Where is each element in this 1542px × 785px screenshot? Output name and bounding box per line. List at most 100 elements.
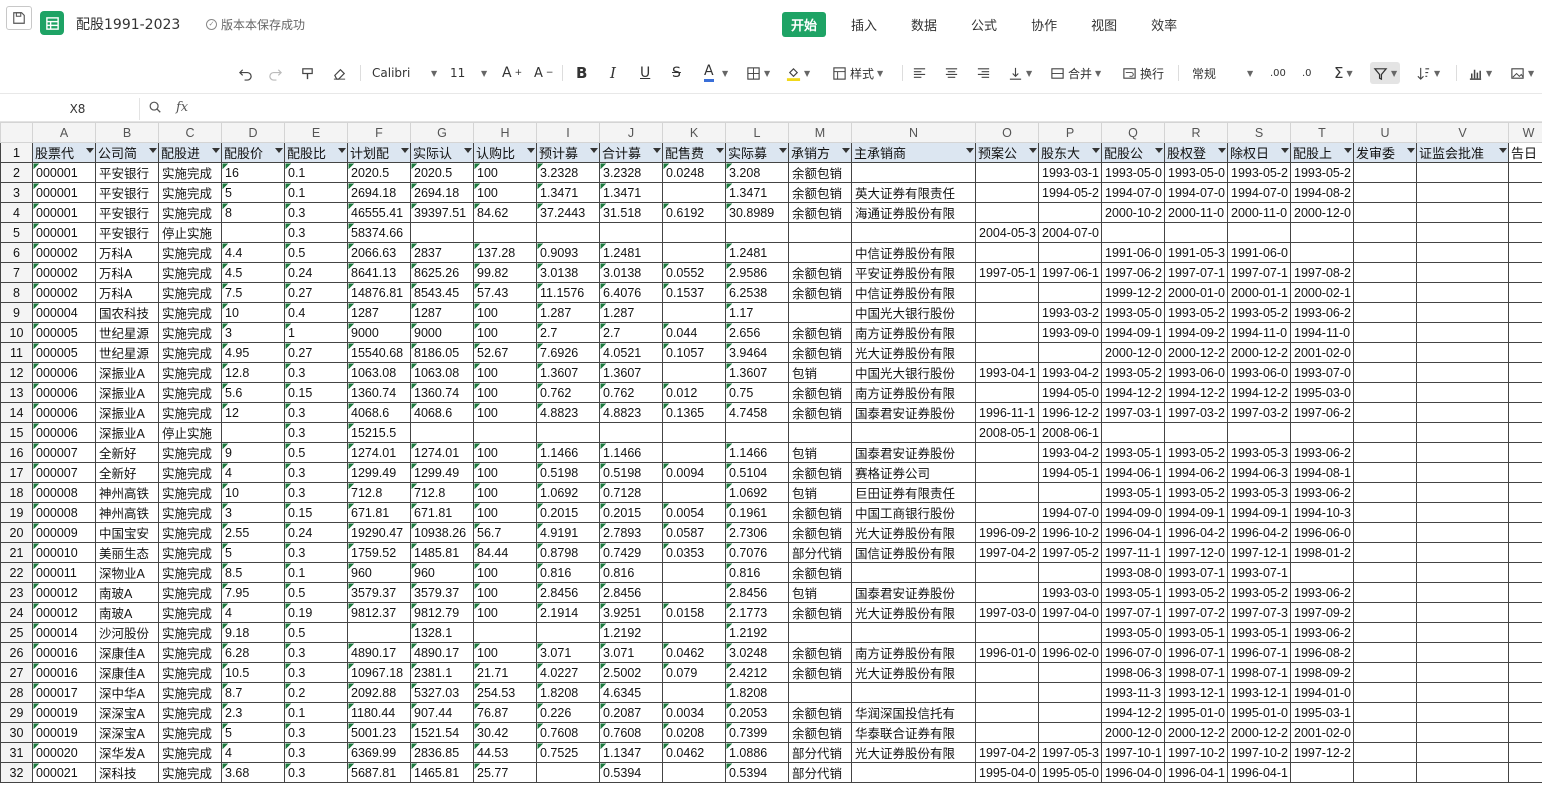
cell[interactable]: 8 <box>221 202 285 223</box>
cell[interactable]: 深康佳A <box>95 642 159 663</box>
cell[interactable]: 1996-04-0 <box>1101 762 1165 783</box>
filter-dropdown-icon[interactable] <box>779 148 787 153</box>
cell[interactable]: 3579.37 <box>410 582 474 603</box>
cell[interactable]: 2092.88 <box>347 682 411 703</box>
cell[interactable]: 000020 <box>32 742 96 763</box>
cell[interactable]: 0.0353 <box>662 542 726 563</box>
cell[interactable] <box>1290 242 1354 263</box>
cell[interactable]: 3.68 <box>221 762 285 783</box>
cell[interactable]: 1997-11-1 <box>1101 542 1165 563</box>
cell[interactable]: 平安银行 <box>95 222 159 243</box>
cell[interactable] <box>599 222 663 243</box>
cell[interactable]: 4.4 <box>221 242 285 263</box>
field-header-cell[interactable]: 实际募 <box>725 142 789 163</box>
cell[interactable] <box>1353 182 1417 203</box>
cell[interactable] <box>1416 362 1509 383</box>
cell[interactable]: 100 <box>473 582 537 603</box>
cell[interactable]: 1996-06-0 <box>1290 522 1354 543</box>
cell[interactable]: 000002 <box>32 242 96 263</box>
cell[interactable]: 光大证券股份有限 <box>851 522 976 543</box>
cell[interactable]: 000005 <box>32 342 96 363</box>
cell[interactable]: 1997-03-2 <box>1227 402 1291 423</box>
cell[interactable]: 0.5104 <box>725 462 789 483</box>
row-header[interactable]: 2 <box>0 162 33 183</box>
cell[interactable]: 0.8798 <box>536 542 600 563</box>
cell[interactable]: 3 <box>221 322 285 343</box>
column-header-G[interactable]: G <box>410 122 474 143</box>
cell[interactable]: 2694.18 <box>410 182 474 203</box>
cell[interactable]: 0.75 <box>725 382 789 403</box>
cell[interactable] <box>975 182 1039 203</box>
cell[interactable]: 57.43 <box>473 282 537 303</box>
cell[interactable]: 英大证券有限责任 <box>851 182 976 203</box>
cell[interactable]: 000002 <box>32 262 96 283</box>
cell[interactable]: 余额包销 <box>788 262 852 283</box>
field-header-cell[interactable]: 预案公 <box>975 142 1039 163</box>
cell[interactable] <box>1508 662 1542 683</box>
row-header[interactable]: 18 <box>0 482 33 503</box>
cell[interactable] <box>1353 722 1417 743</box>
underline-icon[interactable]: U <box>640 62 650 84</box>
cell[interactable]: 1063.08 <box>347 362 411 383</box>
filter-dropdown-icon[interactable] <box>842 148 850 153</box>
filter-dropdown-icon[interactable] <box>1499 148 1507 153</box>
cell[interactable]: 1.0692 <box>536 482 600 503</box>
cell[interactable]: 10 <box>221 482 285 503</box>
cell[interactable]: 万科A <box>95 242 159 263</box>
cell[interactable]: 实施完成 <box>158 442 222 463</box>
cell[interactable] <box>1508 202 1542 223</box>
cell[interactable] <box>1416 682 1509 703</box>
cell[interactable] <box>1416 742 1509 763</box>
column-header-W[interactable]: W <box>1508 122 1542 143</box>
cell[interactable]: 1299.49 <box>410 462 474 483</box>
cell[interactable]: 光大证券股份有限 <box>851 342 976 363</box>
field-header-cell[interactable]: 发审委 <box>1353 142 1417 163</box>
cell[interactable]: 1.3471 <box>725 182 789 203</box>
cell[interactable]: 深振业A <box>95 402 159 423</box>
cell[interactable]: 1.3471 <box>599 182 663 203</box>
cell[interactable]: 余额包销 <box>788 402 852 423</box>
cell[interactable] <box>1508 442 1542 463</box>
cell[interactable]: 1993-06-2 <box>1290 622 1354 643</box>
cell[interactable]: 1993-04-2 <box>1038 362 1102 383</box>
cell[interactable]: 1997-06-2 <box>1101 262 1165 283</box>
cell[interactable] <box>851 422 976 443</box>
cell[interactable]: 0.3 <box>284 642 348 663</box>
cell[interactable] <box>1353 162 1417 183</box>
cell[interactable] <box>725 422 789 443</box>
cell[interactable]: 9 <box>221 442 285 463</box>
cell[interactable] <box>1508 482 1542 503</box>
cell[interactable] <box>1164 422 1228 443</box>
cell[interactable]: 0.079 <box>662 662 726 683</box>
cell[interactable] <box>975 382 1039 403</box>
row-header[interactable]: 5 <box>0 222 33 243</box>
bold-icon[interactable]: B <box>576 62 587 84</box>
cell[interactable] <box>1353 382 1417 403</box>
cell[interactable]: 100 <box>473 642 537 663</box>
cell[interactable] <box>975 302 1039 323</box>
cell[interactable]: 2.7 <box>536 322 600 343</box>
cell[interactable]: 1996-08-2 <box>1290 642 1354 663</box>
cell[interactable] <box>1508 302 1542 323</box>
cell[interactable]: 实施完成 <box>158 542 222 563</box>
cell[interactable]: 余额包销 <box>788 702 852 723</box>
cell[interactable]: 实施完成 <box>158 362 222 383</box>
cell[interactable]: 1993-07-1 <box>1227 562 1291 583</box>
cell[interactable]: 0.5 <box>284 582 348 603</box>
filter-dropdown-icon[interactable] <box>464 148 472 153</box>
cell[interactable] <box>788 242 852 263</box>
cell[interactable]: 1997-04-0 <box>1038 602 1102 623</box>
align-right-icon[interactable] <box>976 62 991 84</box>
cell[interactable]: 3.071 <box>536 642 600 663</box>
filter-dropdown-icon[interactable] <box>1155 148 1163 153</box>
cell[interactable]: 4.5 <box>221 262 285 283</box>
cell[interactable]: 2000-01-1 <box>1227 282 1291 303</box>
cell[interactable]: 1993-06-2 <box>1290 442 1354 463</box>
cell[interactable]: 中国光大银行股份 <box>851 362 976 383</box>
cell[interactable] <box>1416 202 1509 223</box>
cell[interactable] <box>1353 542 1417 563</box>
cell[interactable]: 神州高铁 <box>95 502 159 523</box>
cell[interactable] <box>1508 722 1542 743</box>
cell[interactable]: 深振业A <box>95 422 159 443</box>
cell[interactable]: 1994-09-0 <box>1101 502 1165 523</box>
